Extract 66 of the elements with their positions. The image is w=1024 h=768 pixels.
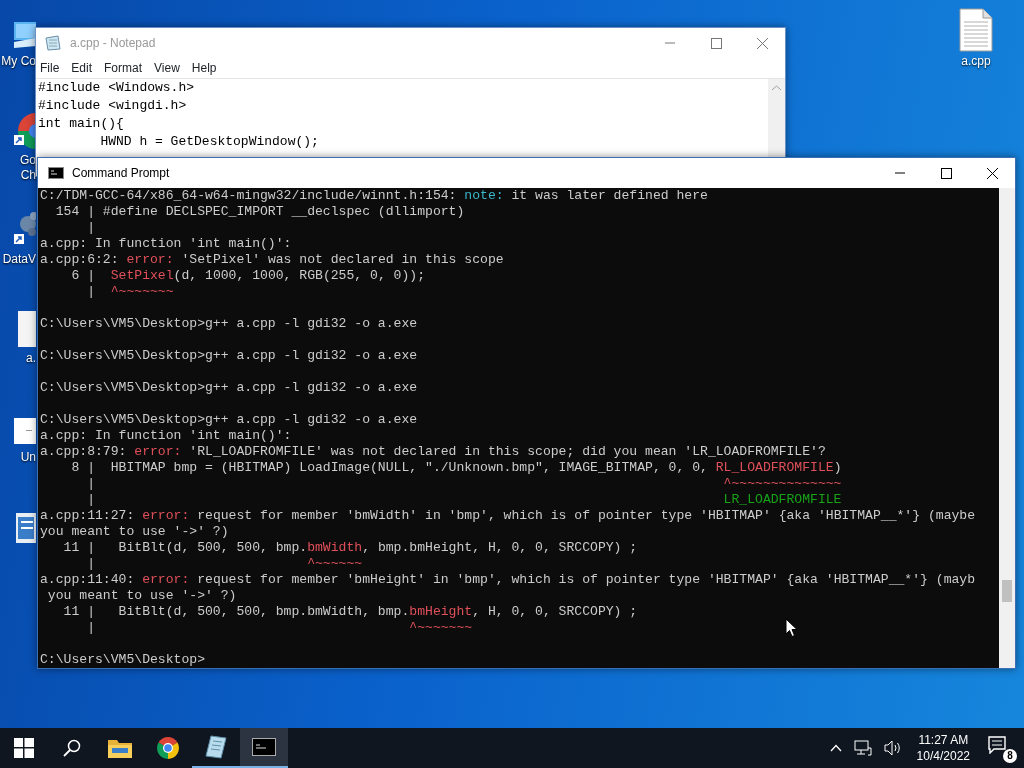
console-line: 154 | #define DECLSPEC_IMPORT __declspec (dllimport) [54,204,465,220]
console-line: | ^~~~~~~~ [86,284,174,300]
mouse-cursor-icon [785,618,798,638]
code-line: #include <Windows.h> [38,79,196,97]
notepad-icon [205,735,227,759]
close-icon [756,37,768,49]
console-line: a.cpp:6:2: error: 'SetPixel' was not declared in this scope [40,252,504,268]
console-line: a.cpp:8:79: error: 'RL_LOADFROMFILE' was not declared in this scope; did you mean 'LR_LOADFROMFILE'? [40,444,826,460]
console-line: a.cpp: In function 'int main()': [40,236,292,252]
menu-item[interactable]: Help [191,59,223,77]
notepad-icon [44,35,62,51]
console-line: | ^~~~~~~~~~~~~~~ [86,476,842,492]
console-line: C:\Users\VM5\Desktop>g++ a.cpp -l gdi32 -o a.exe [40,316,418,332]
console-line: 11 | BitBlt(d, 500, 500, bmp.bmWidth, bmp.bmHeight, H, 0, 0, SRCCOPY) ; [62,540,638,556]
console-line: C:\Users\VM5\Desktop>g++ a.cpp -l gdi32 -o a.exe [40,380,418,396]
menu-item[interactable]: File [40,59,66,77]
chevron-up-icon[interactable] [829,744,842,752]
clock-time: 11:27 AM [918,732,969,748]
console-line: C:\Users\VM5\Desktop>g++ a.cpp -l gdi32 -o a.exe [40,412,418,428]
icon-label: a.cpp [961,54,991,69]
console-line: C:\Users\VM5\Desktop>g++ a.cpp -l gdi32 -o a.exe [40,348,418,364]
menu-item[interactable]: View [154,59,186,77]
notification-button[interactable]: 8 [982,732,1018,764]
console-line: 8 | HBITMAP bmp = (HBITMAP) LoadImage(NULL, "./Unknown.bmp", IMAGE_BITMAP, 0, 0, RL_LOADFROMFILE) [70,460,842,476]
console-line: you meant to use '->' ?) [40,524,229,540]
console-line: | ^~~~~~~ [86,556,363,572]
console-line: | LR_LOADFROMFILE [86,492,842,508]
clock[interactable]: 11:27 AM 10/4/2022 [910,732,976,764]
clock-date: 10/4/2022 [916,748,970,764]
window-title: a.cpp - Notepad [70,35,156,52]
code-line: #include <wingdi.h> [38,97,188,115]
menu-item[interactable]: Edit [71,59,99,77]
terminal-icon [48,167,64,179]
search-icon [63,739,81,757]
volume-icon[interactable] [883,740,902,756]
icon-label: a. [26,351,36,366]
menu-item[interactable]: Format [104,59,149,77]
console-line: 6 | SetPixel(d, 1000, 1000, RGB(255, 0, 0)); [70,268,426,284]
taskbar-button[interactable] [240,728,288,768]
console-line: a.cpp:11:27: error: request for member 'bmWidth' in 'bmp', which is of pointer type 'HBITMAP' {aka 'HBITMAP__*'} (maybe [40,508,976,524]
close-icon [986,167,998,179]
notification-count: 8 [1003,749,1017,763]
file-icon [959,8,993,52]
windows-logo-icon [14,738,34,758]
code-line: int main(){ [38,115,125,133]
console-line: | [86,220,95,236]
console-line: C:\Users\VM5\Desktop> [40,652,205,668]
icon-label: Un [20,450,36,465]
network-icon[interactable] [853,740,872,756]
icon-label: My Co [1,54,36,69]
console-line: C:/TDM-GCC-64/x86_64-w64-mingw32/include/winnt.h:154: note: it was later defined here [40,188,708,204]
code-line: HWND h = GetDesktopWindow(); [99,133,320,151]
console-line: 11 | BitBlt(d, 500, 500, bmp.bmWidth, bmp.bmHeight, H, 0, 0, SRCCOPY) ; [62,604,638,620]
notification-icon [988,736,1006,754]
console-line: | ^~~~~~~~ [86,620,473,636]
maximize-icon [940,167,952,179]
icon-label: Go Ch [20,153,36,183]
browser-icon [156,736,180,760]
console-line: a.cpp: In function 'int main()': [40,428,292,444]
icon-label: DataV [2,252,36,267]
console-line: a.cpp:11:40: error: request for member 'bmHeight' in 'bmp', which is of pointer type 'HBITMAP' {aka 'HBITMAP__*'} (mayb [40,572,976,588]
maximize-icon [710,37,722,49]
terminal-icon [252,738,276,756]
console-line: you meant to use '->' ?) [46,588,237,604]
folder-icon [108,738,132,758]
window-title: Command Prompt [72,165,170,182]
